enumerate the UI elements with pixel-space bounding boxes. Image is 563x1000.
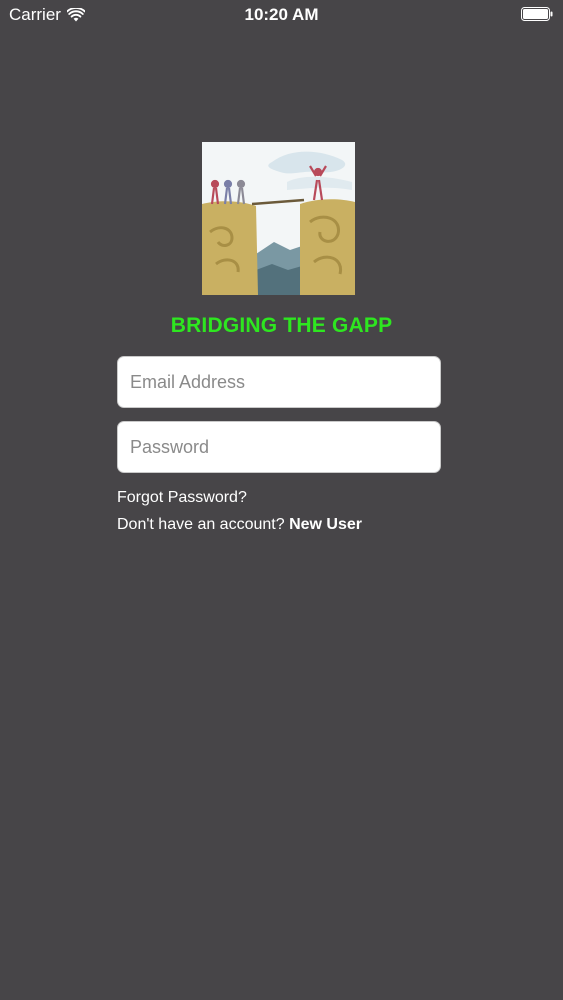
- new-user-link[interactable]: New User: [289, 516, 362, 533]
- signup-prompt: Don't have an account? New User: [117, 516, 362, 534]
- status-bar: Carrier 10:20 AM: [0, 0, 563, 30]
- email-field[interactable]: [117, 356, 441, 408]
- status-time: 10:20 AM: [244, 5, 319, 24]
- app-title: BRIDGING THE GAPP: [170, 314, 393, 337]
- bridge-logo-icon: [202, 142, 355, 295]
- forgot-password-link[interactable]: Forgot Password?: [117, 489, 247, 507]
- password-field[interactable]: [117, 421, 441, 473]
- battery-icon: [521, 7, 553, 21]
- signup-prompt-text: Don't have an account?: [117, 516, 285, 533]
